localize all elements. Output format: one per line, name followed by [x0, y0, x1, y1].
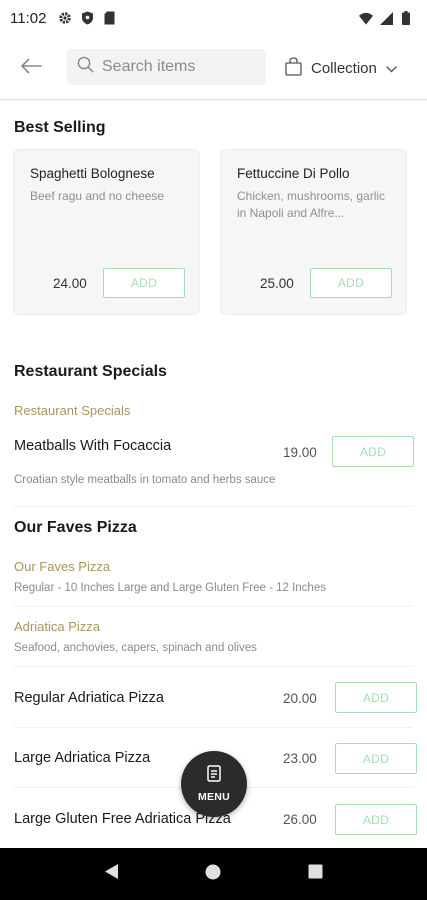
back-button[interactable]: [16, 54, 46, 82]
add-button[interactable]: ADD: [335, 682, 417, 713]
battery-icon: [399, 11, 413, 25]
divider: [14, 506, 413, 507]
best-selling-card[interactable]: Spaghetti Bolognese Beef ragu and no che…: [13, 149, 200, 315]
category-label: Restaurant Specials: [14, 403, 131, 418]
nav-home-button[interactable]: [198, 859, 228, 889]
card-item-price: 25.00: [260, 276, 294, 291]
menu-item-name[interactable]: Regular Adriatica Pizza: [14, 690, 164, 706]
menu-content[interactable]: Best Selling Spaghetti Bolognese Beef ra…: [0, 101, 427, 848]
shopping-bag-icon: [285, 56, 302, 80]
search-input[interactable]: [102, 58, 252, 76]
nav-recents-button[interactable]: [301, 859, 331, 889]
status-bar: 11:02: [0, 0, 427, 36]
card-item-name: Spaghetti Bolognese: [30, 166, 155, 181]
system-navigation-bar: [0, 848, 427, 900]
chevron-down-icon: [386, 60, 397, 77]
status-right: [359, 11, 413, 25]
restaurant-specials-title: Restaurant Specials: [14, 363, 167, 380]
subcategory-description: Seafood, anchovies, capers, spinach and …: [14, 642, 257, 654]
menu-item-price: 23.00: [283, 751, 317, 766]
triangle-back-icon: [104, 863, 119, 885]
sim-card-icon: [102, 11, 116, 25]
circle-home-icon: [205, 864, 221, 885]
category-label: Our Faves Pizza: [14, 559, 111, 574]
card-item-price: 24.00: [53, 276, 87, 291]
subcategory-label: Adriatica Pizza: [14, 619, 100, 634]
status-time: 11:02: [10, 9, 47, 27]
shield-icon: [80, 11, 94, 25]
cell-signal-icon: [379, 11, 393, 25]
collection-dropdown[interactable]: Collection: [285, 54, 397, 82]
app-header: Collection: [0, 36, 427, 100]
add-button[interactable]: ADD: [332, 436, 414, 467]
menu-item-price: 19.00: [283, 445, 317, 460]
card-item-description: Chicken, mushrooms, garlic in Napoli and…: [237, 189, 386, 220]
square-recents-icon: [308, 864, 323, 884]
add-button[interactable]: ADD: [103, 268, 185, 298]
category-description: Regular - 10 Inches Large and Large Glut…: [14, 582, 326, 594]
best-selling-title: Best Selling: [14, 119, 106, 136]
menu-item-price: 26.00: [283, 812, 317, 827]
menu-fab-button[interactable]: MENU: [181, 751, 247, 817]
best-selling-card[interactable]: Fettuccine Di Pollo Chicken, mushrooms, …: [220, 149, 407, 315]
divider: [14, 727, 413, 728]
menu-item-description: Croatian style meatballs in tomato and h…: [14, 474, 276, 486]
arrow-left-icon: [20, 58, 42, 79]
add-button[interactable]: ADD: [335, 743, 417, 774]
search-icon: [77, 56, 94, 78]
collection-label: Collection: [311, 59, 377, 77]
menu-fab-label: MENU: [197, 791, 231, 803]
menu-document-icon: [207, 765, 221, 787]
add-button[interactable]: ADD: [335, 804, 417, 835]
card-item-name: Fettuccine Di Pollo: [237, 166, 350, 181]
divider: [14, 606, 413, 607]
status-left: 11:02: [10, 10, 116, 27]
menu-item-name[interactable]: Large Adriatica Pizza: [14, 750, 150, 766]
menu-item-name[interactable]: Meatballs With Focaccia: [14, 438, 171, 454]
settings-gear-icon: [58, 11, 72, 25]
card-item-description: Beef ragu and no cheese: [30, 189, 165, 203]
divider: [14, 666, 413, 667]
add-button[interactable]: ADD: [310, 268, 392, 298]
faves-pizza-title: Our Faves Pizza: [14, 519, 137, 536]
wifi-icon: [359, 11, 373, 25]
search-bar[interactable]: [67, 49, 266, 85]
menu-item-price: 20.00: [283, 691, 317, 706]
nav-back-button[interactable]: [96, 859, 126, 889]
